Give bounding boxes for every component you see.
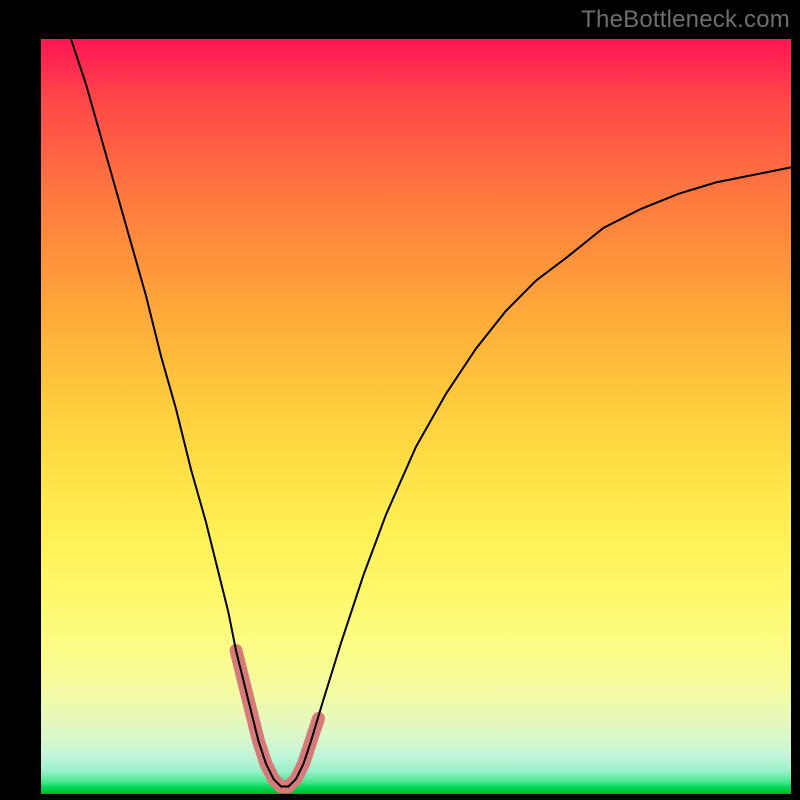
chart-outer-frame: TheBottleneck.com (0, 0, 800, 800)
watermark-text: TheBottleneck.com (581, 6, 790, 34)
plot-area (41, 39, 791, 794)
pink-highlight-series (236, 651, 319, 787)
black-curve-series (71, 39, 791, 787)
curves-svg (41, 39, 791, 794)
